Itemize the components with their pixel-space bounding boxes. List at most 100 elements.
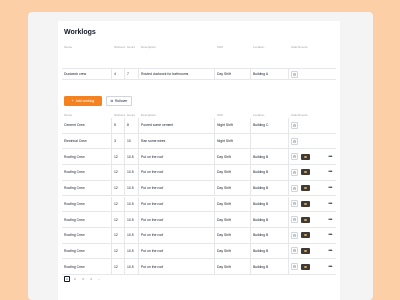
more-dots-icon[interactable]: ••• (328, 185, 332, 191)
description-field[interactable]: Put on the roof (139, 149, 215, 165)
hours-field[interactable]: 10.5 (125, 212, 139, 227)
next-page-button[interactable]: › (96, 276, 102, 282)
page-button-4[interactable]: 4 (88, 276, 94, 282)
workers-field[interactable]: 12 (112, 212, 125, 227)
gear-icon[interactable]: ⚙ (291, 231, 298, 239)
hours-field[interactable]: 10.5 (125, 227, 139, 243)
shift-field[interactable]: Day Shift (215, 212, 251, 227)
description-field[interactable]: Put on the roof (139, 196, 215, 212)
hours-field[interactable]: 10.5 (125, 149, 139, 165)
location-field[interactable]: Building B (251, 165, 289, 180)
workers-field[interactable]: 5 (112, 118, 125, 133)
table-row[interactable]: Roofing Crew 12 10.5 Put on the roof Day Shi… (62, 149, 336, 166)
name-field[interactable]: Roofing Crew (62, 227, 112, 243)
shift-field[interactable]: Day Shift (215, 196, 251, 212)
gear-icon[interactable]: ⚙ (291, 200, 298, 208)
shift-field[interactable]: Night Shift (215, 133, 251, 149)
hours-field[interactable]: 10.5 (125, 243, 139, 259)
name-field[interactable]: Roofing Crew (62, 212, 112, 227)
more-dots-icon[interactable]: ••• (328, 201, 332, 207)
more-dots-icon[interactable]: ••• (328, 169, 332, 175)
workers-field[interactable]: 12 (112, 165, 125, 180)
name-field[interactable]: Roofing Crew (62, 243, 112, 259)
workers-field[interactable]: 4 (112, 69, 125, 79)
name-field[interactable]: Roofing Crew (62, 259, 112, 274)
shift-field[interactable]: Day Shift (215, 180, 251, 196)
shift-field[interactable]: Night Shift (215, 118, 251, 133)
hours-field[interactable]: 10.5 (125, 196, 139, 212)
photo-thumbnail-icon[interactable] (301, 185, 310, 192)
name-field[interactable]: Roofing Crew (62, 149, 112, 165)
photo-thumbnail-icon[interactable] (301, 232, 310, 239)
table-row[interactable]: Roofing Crew 12 10.5 Put on the roof Day Shi… (62, 196, 336, 213)
location-field[interactable] (251, 133, 289, 149)
gear-icon[interactable]: ⚙ (291, 121, 298, 129)
location-field[interactable]: Building B (251, 227, 289, 243)
name-field[interactable]: Roofing Crew (62, 180, 112, 196)
description-field[interactable]: Poured some cement (139, 118, 215, 133)
hours-field[interactable]: 8 (125, 118, 139, 133)
location-field[interactable]: Building B (251, 212, 289, 227)
description-field[interactable]: Put on the roof (139, 243, 215, 259)
shift-field[interactable]: Day Shift (215, 243, 251, 259)
gear-icon[interactable]: ⚙ (291, 70, 298, 78)
hours-field[interactable]: 7 (125, 69, 139, 79)
table-row[interactable]: Roofing Crew 12 10.5 Put on the roof Day Shi… (62, 259, 336, 275)
table-row[interactable]: Cement Crew 5 8 Poured some cement Night Shi… (62, 118, 336, 134)
more-dots-icon[interactable]: ••• (328, 232, 332, 238)
gear-icon[interactable]: ⚙ (291, 247, 298, 255)
description-field[interactable]: Ran some wires (139, 133, 215, 149)
table-row[interactable]: Roofing Crew 12 10.5 Put on the roof Day Shi… (62, 227, 336, 244)
shift-field[interactable]: Day Shift (215, 259, 251, 274)
name-field[interactable]: Cement Crew (62, 118, 112, 133)
gear-icon[interactable]: ⚙ (291, 168, 298, 176)
photo-thumbnail-icon[interactable] (301, 216, 310, 223)
photo-thumbnail-icon[interactable] (301, 153, 310, 160)
hours-field[interactable]: 10.5 (125, 180, 139, 196)
table-row[interactable]: Roofing Crew 12 10.5 Put on the roof Day Shi… (62, 243, 336, 260)
description-field[interactable]: Put on the roof (139, 212, 215, 227)
workers-field[interactable]: 12 (112, 149, 125, 165)
page-button-3[interactable]: 3 (80, 276, 86, 282)
workers-field[interactable]: 12 (112, 196, 125, 212)
more-dots-icon[interactable]: ••• (328, 154, 332, 160)
hours-field[interactable]: 10.5 (125, 165, 139, 180)
more-dots-icon[interactable]: ••• (328, 264, 332, 270)
name-field[interactable]: Ductwork crew (62, 69, 112, 79)
photo-thumbnail-icon[interactable] (301, 263, 310, 270)
name-field[interactable]: Electrical Crew (62, 133, 112, 149)
description-field[interactable]: Put on the roof (139, 165, 215, 180)
location-field[interactable]: Building B (251, 243, 289, 259)
table-row[interactable]: Roofing Crew 12 10.5 Put on the roof Day Shi… (62, 212, 336, 228)
location-field[interactable]: Building B (251, 180, 289, 196)
hours-field[interactable]: 10.5 (125, 259, 139, 274)
workers-field[interactable]: 3 (112, 133, 125, 149)
location-field[interactable]: Building B (251, 196, 289, 212)
shift-field[interactable]: Day Shift (215, 69, 251, 79)
location-field[interactable]: Building C (251, 118, 289, 133)
more-dots-icon[interactable]: ••• (328, 248, 332, 254)
page-button-2[interactable]: 2 (72, 276, 78, 282)
location-field[interactable]: Building B (251, 149, 289, 165)
gear-icon[interactable]: ⚙ (291, 137, 298, 145)
photo-thumbnail-icon[interactable] (301, 169, 310, 176)
gear-icon[interactable]: ⚙ (291, 216, 298, 224)
table-row[interactable]: Roofing Crew 12 10.5 Put on the roof Day Shi… (62, 165, 336, 181)
photo-thumbnail-icon[interactable] (301, 200, 310, 207)
more-dots-icon[interactable]: ••• (328, 217, 332, 223)
photo-thumbnail-icon[interactable] (301, 247, 310, 254)
description-field[interactable]: Put on the roof (139, 180, 215, 196)
add-worklog-button[interactable]: + Add worklog (64, 96, 102, 106)
page-button-1[interactable]: 1 (64, 276, 70, 282)
rollover-button[interactable]: ⧉ Rollover (106, 96, 132, 106)
table-row[interactable]: Roofing Crew 12 10.5 Put on the roof Day Shi… (62, 180, 336, 197)
hours-field[interactable]: 10 (125, 133, 139, 149)
table-row[interactable]: Electrical Crew 3 10 Ran some wires Night Sh… (62, 133, 336, 150)
gear-icon[interactable]: ⚙ (291, 184, 298, 192)
location-field[interactable]: Building B (251, 259, 289, 274)
gear-icon[interactable]: ⚙ (291, 263, 298, 271)
workers-field[interactable]: 12 (112, 227, 125, 243)
workers-field[interactable]: 12 (112, 243, 125, 259)
location-field[interactable]: Building A (251, 69, 289, 79)
description-field[interactable]: Put on the roof (139, 227, 215, 243)
